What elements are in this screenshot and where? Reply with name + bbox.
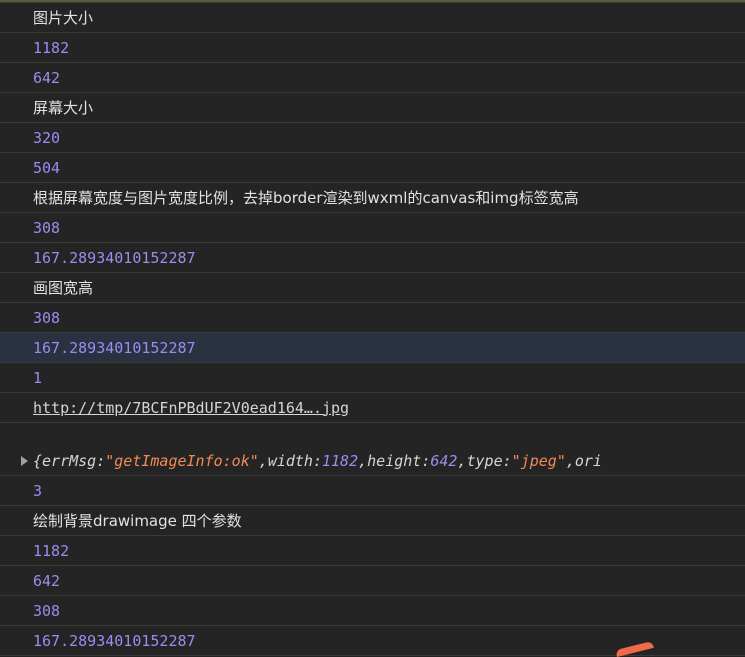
object-separator: ,: [258, 451, 268, 470]
object-preview[interactable]: {errMsg: "getImageInfo:ok", width: 1182,…: [21, 446, 602, 475]
log-number: 167.28934010152287: [33, 248, 196, 267]
log-message: 642: [0, 63, 745, 93]
object-number-value: 1182: [322, 451, 359, 470]
log-message: 1182: [0, 33, 745, 63]
log-number: 642: [33, 68, 61, 87]
log-message: 308: [0, 596, 745, 626]
log-message: 3: [0, 476, 745, 506]
log-message: 根据屏幕宽度与图片宽度比例，去掉border渲染到wxml的canvas和img…: [0, 183, 745, 213]
object-separator: ,: [457, 451, 467, 470]
object-open-brace: {: [33, 451, 43, 470]
object-key-truncated: ori: [574, 451, 602, 470]
log-number: 1182: [33, 541, 70, 560]
log-number: 308: [33, 308, 61, 327]
object-key: type:: [466, 451, 512, 470]
object-key: width:: [267, 451, 322, 470]
log-message: 308: [0, 303, 745, 333]
log-number: 167.28934010152287: [33, 631, 196, 650]
log-text: 屏幕大小: [33, 99, 94, 117]
log-message: http://tmp/7BCFnPBdUF2V0ead164….jpg: [0, 393, 745, 423]
image-url-link[interactable]: http://tmp/7BCFnPBdUF2V0ead164….jpg: [33, 399, 349, 417]
log-message: 画图宽高: [0, 273, 745, 303]
log-message: 167.28934010152287: [0, 243, 745, 273]
log-text: 绘制背景drawimage 四个参数: [33, 512, 242, 530]
log-number: 3: [33, 481, 43, 500]
log-number: 320: [33, 128, 61, 147]
log-text: 画图宽高: [33, 279, 94, 297]
log-number: 1182: [33, 38, 70, 57]
object-separator: ,: [565, 451, 575, 470]
log-number: 308: [33, 601, 61, 620]
expand-arrow-icon[interactable]: [21, 455, 28, 466]
log-message: 504: [0, 153, 745, 183]
log-text: 根据屏幕宽度与图片宽度比例，去掉border渲染到wxml的canvas和img…: [33, 189, 579, 207]
object-string-value: "getImageInfo:ok": [105, 451, 259, 470]
log-message: 320: [0, 123, 745, 153]
log-message: 1: [0, 363, 745, 393]
log-number: 1: [33, 368, 43, 387]
log-message: 1182: [0, 536, 745, 566]
console-log: 图片大小 1182 642 屏幕大小 320 504 根据屏幕宽度与图片宽度比例…: [0, 3, 745, 656]
object-string-value: "jpeg": [511, 451, 566, 470]
log-number: 308: [33, 218, 61, 237]
log-number: 167.28934010152287: [33, 338, 196, 357]
log-message: 642: [0, 566, 745, 596]
log-message: 308: [0, 213, 745, 243]
log-message: 绘制背景drawimage 四个参数: [0, 506, 745, 536]
log-text: 图片大小: [33, 9, 94, 27]
log-message: 屏幕大小: [0, 93, 745, 123]
log-message-hovered: 167.28934010152287: [0, 333, 745, 363]
log-message: 图片大小: [0, 3, 745, 33]
object-separator: ,: [358, 451, 368, 470]
object-key: height:: [367, 451, 431, 470]
object-key: errMsg:: [42, 451, 106, 470]
object-number-value: 642: [430, 451, 458, 470]
log-number: 642: [33, 571, 61, 590]
log-object-message: {errMsg: "getImageInfo:ok", width: 1182,…: [0, 423, 745, 476]
log-number: 504: [33, 158, 61, 177]
